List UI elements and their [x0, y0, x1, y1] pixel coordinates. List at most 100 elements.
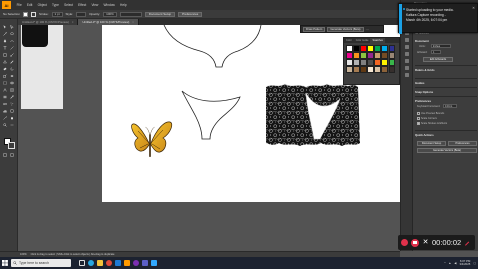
color-swatch[interactable] [374, 52, 381, 59]
color-swatch[interactable] [374, 66, 381, 73]
teams-app-icon[interactable] [140, 257, 149, 269]
column-graph-tool-icon[interactable] [3, 109, 7, 113]
tab-color[interactable]: Color [344, 38, 354, 43]
gradient-panel-icon[interactable] [405, 45, 409, 49]
rotate-tool-icon[interactable] [10, 67, 14, 71]
keyboard-increment-field[interactable]: 0.01 in [443, 104, 457, 108]
menu-select[interactable]: Select [62, 3, 76, 7]
pencil-tool-icon[interactable] [10, 60, 14, 64]
chrome-browser-icon[interactable] [104, 257, 113, 269]
edge-browser-icon[interactable] [86, 257, 95, 269]
color-swatch[interactable] [353, 59, 360, 66]
zoom-tool-icon[interactable] [3, 123, 7, 127]
menu-type[interactable]: Type [49, 3, 61, 7]
magic-wand-tool-icon[interactable] [3, 32, 7, 36]
kaltura-capture-icon[interactable] [131, 257, 140, 269]
color-swatch[interactable] [388, 66, 396, 73]
windows-start-button[interactable] [0, 257, 10, 269]
color-swatch[interactable] [367, 52, 374, 59]
symbols-panel-icon[interactable] [405, 73, 409, 77]
menu-object[interactable]: Object [35, 3, 49, 7]
close-icon[interactable]: ✕ [472, 6, 475, 10]
butterfly-artwork[interactable] [131, 121, 173, 157]
color-swatch[interactable] [360, 66, 367, 73]
taskbar-clock[interactable]: 6:07 PM 3/4/2025 [459, 259, 470, 266]
menu-edit[interactable]: Edit [24, 3, 35, 7]
generate-vectors-button[interactable]: Generate Vectors (Beta) [417, 148, 477, 153]
photoshop-taskbar-icon[interactable] [149, 257, 158, 269]
color-swatch[interactable] [367, 45, 374, 52]
close-icon[interactable]: ✕ [422, 239, 429, 246]
variable-width-dropdown[interactable] [119, 11, 142, 17]
generate-vectors-button[interactable]: Generate Vectors (Beta) [327, 26, 364, 32]
color-swatch[interactable] [388, 45, 396, 52]
opacity-field[interactable]: 100% [103, 11, 117, 17]
width-tool-icon[interactable] [10, 74, 14, 78]
outline-shape-briefs[interactable] [181, 90, 241, 140]
scale-strokes-checkbox[interactable] [417, 122, 420, 125]
shape-builder-tool-icon[interactable] [10, 81, 14, 85]
pen-annotation-icon[interactable] [464, 240, 470, 246]
document-setup-button[interactable]: Document Setup [417, 141, 446, 146]
color-swatch[interactable] [353, 66, 360, 73]
volume-icon[interactable]: ◀ [454, 261, 456, 265]
color-swatch[interactable] [346, 52, 353, 59]
color-swatch[interactable] [381, 52, 388, 59]
color-swatch[interactable] [381, 45, 388, 52]
rectangle-tool-icon[interactable] [3, 53, 7, 57]
mail-app-icon[interactable] [113, 257, 122, 269]
shaper-tool-icon[interactable] [3, 60, 7, 64]
color-swatch[interactable] [388, 59, 396, 66]
color-swatch[interactable] [353, 45, 360, 52]
color-swatch[interactable] [353, 52, 360, 59]
color-swatch[interactable] [360, 52, 367, 59]
slice-tool-icon[interactable] [3, 116, 7, 120]
preferences-button[interactable]: Preferences [448, 141, 477, 146]
stroke-weight-field[interactable]: 1 pt [51, 11, 63, 17]
document-setup-button[interactable]: Document Setup [144, 11, 176, 17]
pause-button[interactable] [411, 238, 419, 247]
pen-tool-icon[interactable] [3, 39, 7, 43]
menu-help[interactable]: Help [117, 3, 129, 7]
screen-mode-icon[interactable] [10, 153, 14, 157]
taskbar-search-box[interactable]: Type here to search [11, 259, 71, 267]
black-shape-object[interactable] [22, 25, 48, 47]
lace-pattern-briefs[interactable] [265, 83, 360, 146]
gradient-tool-icon[interactable] [3, 95, 7, 99]
color-swatch[interactable] [381, 66, 388, 73]
fill-swatch[interactable] [23, 11, 29, 17]
draw-normal-icon[interactable] [3, 153, 7, 157]
free-transform-tool-icon[interactable] [3, 81, 7, 85]
transparency-panel-icon[interactable] [405, 52, 409, 56]
edit-toolbar-icon[interactable] [10, 123, 14, 127]
color-swatch[interactable] [346, 59, 353, 66]
artboard-tool-icon[interactable] [10, 109, 14, 113]
symbol-sprayer-tool-icon[interactable] [10, 102, 14, 106]
mesh-tool-icon[interactable] [10, 88, 14, 92]
direct-selection-tool-icon[interactable] [10, 25, 14, 29]
artboard-dropdown[interactable]: 1 [431, 50, 441, 54]
color-swatch[interactable] [374, 45, 381, 52]
appearance-panel-icon[interactable] [405, 59, 409, 63]
brushes-panel-icon[interactable] [405, 66, 409, 70]
stroke-swatch[interactable] [31, 11, 37, 17]
menu-file[interactable]: File [14, 3, 24, 7]
eraser-tool-icon[interactable] [3, 67, 7, 71]
draw-pattern-button[interactable]: Draw Pattern [303, 26, 326, 32]
edit-artboards-button[interactable]: Edit Artboards [423, 57, 453, 62]
units-dropdown[interactable]: Inches [431, 44, 451, 48]
menu-window[interactable]: Window [101, 3, 118, 7]
curvature-tool-icon[interactable] [10, 39, 14, 43]
file-explorer-icon[interactable] [95, 257, 104, 269]
blend-tool-icon[interactable] [3, 102, 7, 106]
lasso-tool-icon[interactable] [10, 32, 14, 36]
scale-corners-checkbox[interactable] [417, 117, 420, 120]
line-segment-tool-icon[interactable] [10, 46, 14, 50]
color-swatch[interactable] [388, 52, 396, 59]
scale-tool-icon[interactable] [3, 74, 7, 78]
color-swatch[interactable] [360, 45, 367, 52]
color-swatch[interactable] [374, 59, 381, 66]
paintbrush-tool-icon[interactable] [10, 53, 14, 57]
notifications-icon[interactable]: ▢ [473, 261, 476, 265]
color-swatch[interactable] [367, 66, 374, 73]
